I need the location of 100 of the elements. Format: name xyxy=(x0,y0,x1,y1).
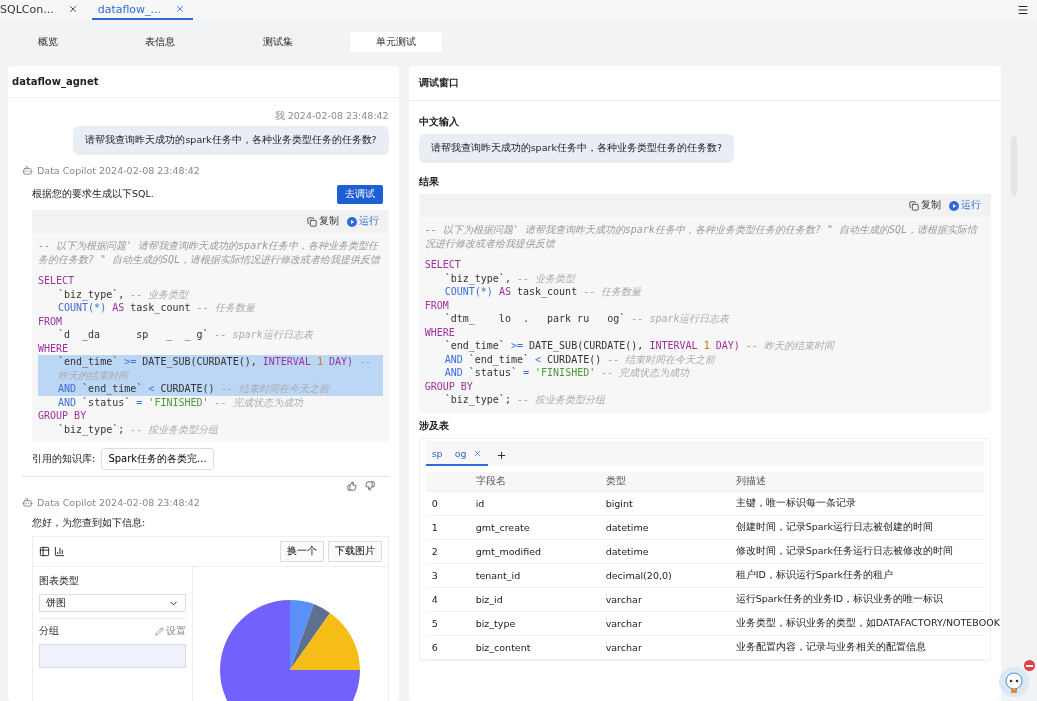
code-line: WHERE xyxy=(38,341,70,355)
view-tab[interactable]: 概览 xyxy=(8,32,88,52)
table-cell-text: decimal(20,0) xyxy=(605,569,673,581)
robot-icon xyxy=(1003,671,1025,693)
settings-button[interactable]: 设置 xyxy=(155,625,186,638)
table-cell: 业务类型，标识业务的类型，如DATAFACTORY/NOTEBOOK xyxy=(735,616,1000,630)
code-line: COUNT(*) AS task_count -- 任务数量 xyxy=(57,301,257,315)
play-icon xyxy=(346,216,357,227)
knowledge-chip[interactable]: Spark任务的各类完... xyxy=(101,448,214,470)
code-line: COUNT(*) AS task_count -- 任务数量 xyxy=(443,285,643,299)
minus-badge[interactable] xyxy=(1024,660,1035,671)
code-line: AND `status` = 'FINISHED' -- 完成状态为成功 xyxy=(57,395,305,409)
table-cell-text: id xyxy=(475,497,486,509)
run-button[interactable]: 运行 xyxy=(949,199,982,212)
row-index: 3 xyxy=(431,569,439,581)
code-comment: -- 以下为根据问题' 请帮我查询昨天成功的spark任务中，各种业务类型任务的任务数? " 自动生成的SQL，请根据实际情况进行修改或者给我提供反馈 xyxy=(424,223,979,250)
table-cell-text: 创建时间，记录Spark运行日志被创建的时间 xyxy=(735,520,934,534)
table-cell-text: datetime xyxy=(605,545,650,557)
thumbs-up-icon[interactable] xyxy=(346,481,357,491)
table-cell-text: gmt_modified xyxy=(475,545,543,557)
table-cell-text: datetime xyxy=(605,521,650,533)
section-label: 涉及表 xyxy=(418,418,450,433)
row-index: 2 xyxy=(431,545,439,557)
assistant-avatar[interactable] xyxy=(999,667,1029,697)
table-cell-text: 修改时间，记录Spark任务运行日志被修改的时间 xyxy=(735,544,954,558)
group-field[interactable] xyxy=(39,644,186,668)
view-tab[interactable]: 单元测试 xyxy=(350,32,442,52)
message-meta: Data Copilot 2024-02-08 23:48:42 xyxy=(37,497,200,508)
table-cell-text: tenant_id xyxy=(475,569,522,581)
download-button[interactable]: 下载图片 xyxy=(327,541,382,562)
code-line: WHERE xyxy=(424,325,456,339)
table-icon[interactable] xyxy=(39,546,50,557)
thumbs-down-icon[interactable] xyxy=(364,481,375,491)
copy-icon xyxy=(306,216,317,227)
column-header: 类型 xyxy=(605,474,627,488)
code-comment: -- 以下为根据问题' 请帮我查询昨天成功的spark任务中，各种业务类型任务的任务数? " 自动生成的SQL，请根据实际情况进行修改或者给我提供反馈 xyxy=(38,239,382,266)
close-icon[interactable] xyxy=(472,448,482,458)
table-cell-text: varchar xyxy=(605,593,643,605)
row-index: 0 xyxy=(431,497,439,509)
bar-chart-icon[interactable] xyxy=(54,546,65,557)
table-cell-text: bigint xyxy=(605,497,634,509)
column-header: 列描述 xyxy=(735,474,767,488)
bot-icon xyxy=(22,165,33,176)
table-cell-text: varchar xyxy=(605,617,643,629)
code-line: SELECT xyxy=(38,274,76,288)
code-line: `dtm_ lo . park ru og` -- spark运行日志表 xyxy=(443,312,731,326)
editor-tab[interactable]: dataflow_... xyxy=(91,0,194,20)
run-button[interactable]: 运行 xyxy=(346,215,379,228)
column-header: 字段名 xyxy=(475,474,507,488)
table-cell-text: biz_id xyxy=(475,593,504,605)
table-tab[interactable]: sp og xyxy=(425,444,488,466)
copy-button[interactable]: 复制 xyxy=(306,215,339,228)
menu-icon[interactable] xyxy=(1017,4,1029,16)
section-label: 中文输入 xyxy=(418,115,460,129)
code-line: `biz_type`; -- 按业务类型分组 xyxy=(443,393,606,407)
row-index: 4 xyxy=(431,593,439,605)
code-line: `end_time` >= DATE_SUB(CURDATE(), INTERVAL 1 DAY) -- 昨天的结束时间 xyxy=(443,339,836,353)
table-cell-text: varchar xyxy=(605,641,643,653)
copy-button[interactable]: 复制 xyxy=(909,199,942,212)
chart-type-select[interactable]: 饼图 xyxy=(39,594,186,612)
pencil-icon xyxy=(155,627,164,636)
message-meta: Data Copilot 2024-02-08 23:48:42 xyxy=(37,165,200,176)
code-line: GROUP BY xyxy=(38,409,88,423)
section-label: 结果 xyxy=(418,175,440,189)
debug-button[interactable]: 去调试 xyxy=(336,185,383,204)
panel-title: dataflow_agnet xyxy=(8,66,399,98)
knowledge-label: 引用的知识库: xyxy=(32,452,96,466)
code-line: GROUP BY xyxy=(424,379,474,393)
table-cell-text: gmt_create xyxy=(475,521,531,533)
close-icon[interactable] xyxy=(175,4,186,14)
table-cell-text: biz_type xyxy=(475,617,517,629)
add-icon[interactable] xyxy=(495,449,507,461)
copy-icon xyxy=(909,200,920,211)
code-line: `biz_type`; -- 按业务类型分组 xyxy=(57,422,220,436)
table-cell-text: 运行Spark任务的业务ID，标识业务的唯一标识 xyxy=(735,592,945,606)
table-cell-text: 业务配置内容，记录与业务相关的配置信息 xyxy=(735,640,927,654)
refresh-button[interactable]: 换一个 xyxy=(279,541,324,562)
view-tab[interactable]: 表信息 xyxy=(114,32,206,52)
row-index: 5 xyxy=(431,617,439,629)
editor-tab[interactable]: SQLCon... xyxy=(0,0,86,20)
table-cell-text: biz_content xyxy=(475,641,532,653)
table-cell-text: 租户ID，标识运行Spark任务的租户 xyxy=(735,568,895,582)
answer-text: 根据您的要求生成以下SQL. xyxy=(32,188,154,201)
code-line: `d _da sp _ _ g` -- spark运行日志表 xyxy=(57,328,315,342)
code-line: AND `end_time` < CURDATE() -- 结束时间在今天之前 xyxy=(443,352,717,366)
bot-icon xyxy=(22,497,33,508)
message-meta: 我 2024-02-08 23:48:42 xyxy=(274,110,389,123)
group-label: 分组 xyxy=(39,625,59,638)
play-icon xyxy=(949,200,960,211)
table-cell-text: 主键，唯一标识每一条记录 xyxy=(735,496,857,510)
chart-type-label: 图表类型 xyxy=(39,575,80,588)
input-bubble: 请帮我查询昨天成功的spark任务中，各种业务类型任务的任务数? xyxy=(418,134,734,163)
message-bubble: 请帮我查询昨天成功的spark任务中，各种业务类型任务的任务数? xyxy=(73,126,389,155)
row-index: 1 xyxy=(431,521,439,533)
answer-text: 您好，为您查到如下信息: xyxy=(32,517,146,530)
panel-title: 调试窗口 xyxy=(408,66,1002,101)
close-icon[interactable] xyxy=(67,4,78,14)
code-line: FROM xyxy=(424,298,450,312)
code-line: AND `status` = 'FINISHED' -- 完成状态为成功 xyxy=(443,366,691,380)
view-tab[interactable]: 测试集 xyxy=(232,32,324,52)
